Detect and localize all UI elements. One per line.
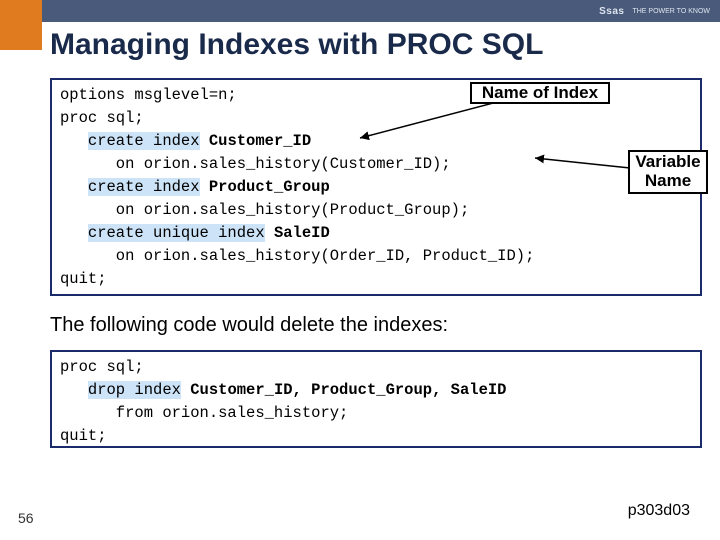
callout-name-of-index: Name of Index <box>470 82 610 104</box>
keyword-create-index: create index <box>88 132 200 150</box>
code-indent <box>60 224 88 242</box>
code-line: options msglevel=n; <box>60 86 237 104</box>
code-block-drop: proc sql; drop index Customer_ID, Produc… <box>50 350 702 448</box>
sas-logo: Ssas <box>599 6 624 17</box>
delete-caption: The following code would delete the inde… <box>50 314 448 337</box>
sas-tagline: THE POWER TO KNOW <box>632 8 710 15</box>
index-name: Product_Group <box>209 178 330 196</box>
code-line: on orion.sales_history(Product_Group); <box>60 201 469 219</box>
keyword-drop-index: drop index <box>88 381 181 399</box>
index-name: SaleID <box>274 224 330 242</box>
code-indent <box>60 178 88 196</box>
code-line: proc sql; <box>60 358 144 376</box>
code-line: from orion.sales_history; <box>60 404 348 422</box>
code-line: on orion.sales_history(Customer_ID); <box>60 155 451 173</box>
code-indent <box>60 132 88 150</box>
reference-code: p303d03 <box>628 502 690 520</box>
code-block-create: options msglevel=n; proc sql; create ind… <box>50 78 702 296</box>
code-line: quit; <box>60 427 107 445</box>
code-line: quit; <box>60 270 107 288</box>
index-name: Customer_ID <box>209 132 311 150</box>
accent-block <box>0 0 42 50</box>
top-bar: Ssas THE POWER TO KNOW <box>0 0 720 22</box>
code-line: proc sql; <box>60 109 144 127</box>
code-line: on orion.sales_history(Order_ID, Product… <box>60 247 534 265</box>
slide-number: 56 <box>18 510 34 526</box>
code-indent <box>60 381 88 399</box>
keyword-create-index: create index <box>88 178 200 196</box>
index-list: Customer_ID, Product_Group, SaleID <box>190 381 506 399</box>
callout-variable-name: VariableName <box>628 150 708 194</box>
page-title: Managing Indexes with PROC SQL <box>50 28 543 62</box>
keyword-create-unique-index: create unique index <box>88 224 265 242</box>
